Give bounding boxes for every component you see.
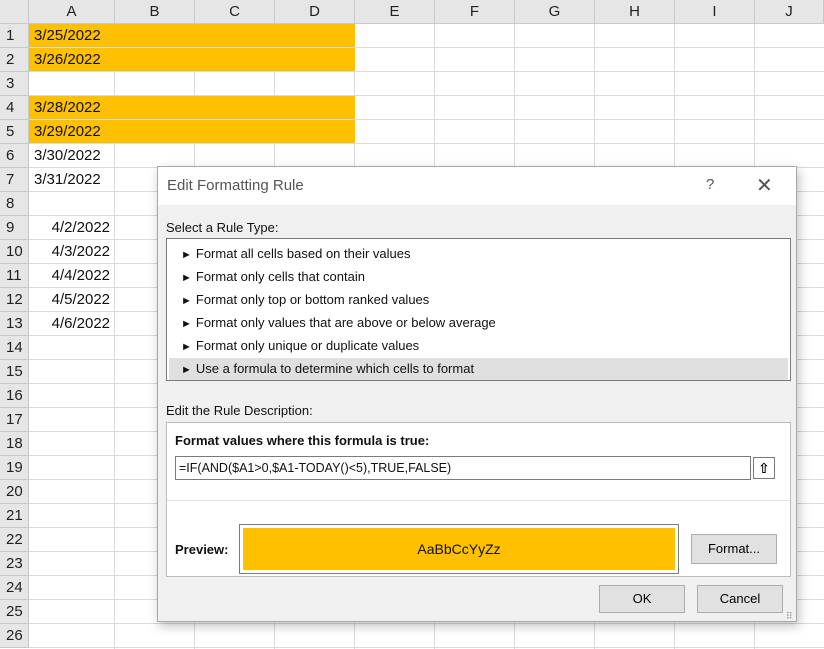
cell-a10[interactable]: 4/3/2022 [30, 240, 114, 264]
cell-a11[interactable]: 4/4/2022 [30, 264, 114, 288]
arrow-icon: ► [181, 341, 192, 353]
cell-a7[interactable]: 3/31/2022 [30, 168, 114, 192]
rule-type-item[interactable]: ► Format only top or bottom ranked values [169, 289, 788, 311]
cell-a13[interactable]: 4/6/2022 [30, 312, 114, 336]
row-header-20[interactable]: 20 [0, 480, 29, 504]
row-header-1[interactable]: 1 [0, 24, 29, 48]
rule-type-label: Use a formula to determine which cells t… [195, 361, 475, 376]
close-icon[interactable]: ✕ [756, 173, 773, 198]
rule-description-panel: Format values where this formula is true… [166, 422, 791, 577]
row-header-7[interactable]: 7 [0, 168, 29, 192]
row-header-4[interactable]: 4 [0, 96, 29, 120]
rule-type-item[interactable]: ► Format only values that are above or be… [169, 312, 788, 334]
ok-button[interactable]: OK [599, 585, 685, 613]
row-header-13[interactable]: 13 [0, 312, 29, 336]
arrow-icon: ► [181, 249, 192, 261]
cell-a6[interactable]: 3/30/2022 [30, 144, 114, 168]
row-header-25[interactable]: 25 [0, 600, 29, 624]
row-header-21[interactable]: 21 [0, 504, 29, 528]
cancel-button[interactable]: Cancel [697, 585, 783, 613]
preview-text: AaBbCcYyZz [243, 528, 675, 570]
rule-type-label: Format all cells based on their values [195, 246, 411, 261]
formula-input[interactable]: =IF(AND($A1>0,$A1-TODAY()<5),TRUE,FALSE) [175, 456, 751, 480]
select-rule-type-label: Select a Rule Type: [166, 220, 279, 235]
row-header-3[interactable]: 3 [0, 72, 29, 96]
row-header-6[interactable]: 6 [0, 144, 29, 168]
row-header-23[interactable]: 23 [0, 552, 29, 576]
rule-type-list[interactable]: ► Format all cells based on their values … [166, 238, 791, 381]
resize-grip-icon[interactable]: ⠿ [786, 611, 793, 622]
row-header-16[interactable]: 16 [0, 384, 29, 408]
gridline [29, 647, 824, 648]
arrow-icon: ► [181, 318, 192, 330]
cell-a9[interactable]: 4/2/2022 [30, 216, 114, 240]
row-header-5[interactable]: 5 [0, 120, 29, 144]
rule-type-label: Format only top or bottom ranked values [195, 292, 430, 307]
column-header-b[interactable]: B [115, 0, 195, 24]
cell-a4[interactable]: 3/28/2022 [30, 96, 114, 120]
dialog-title: Edit Formatting Rule [167, 177, 304, 194]
row-header-11[interactable]: 11 [0, 264, 29, 288]
rule-type-item-selected[interactable]: ► Use a formula to determine which cells … [169, 358, 788, 380]
format-button[interactable]: Format... [691, 534, 777, 564]
row-header-12[interactable]: 12 [0, 288, 29, 312]
row-header-17[interactable]: 17 [0, 408, 29, 432]
rule-type-label: Format only unique or duplicate values [195, 338, 420, 353]
row-header-24[interactable]: 24 [0, 576, 29, 600]
arrow-icon: ► [181, 272, 192, 284]
rule-type-item[interactable]: ► Format only unique or duplicate values [169, 335, 788, 357]
arrow-icon: ► [181, 364, 192, 376]
cell-a1[interactable]: 3/25/2022 [30, 24, 114, 48]
row-header-10[interactable]: 10 [0, 240, 29, 264]
column-header-e[interactable]: E [355, 0, 435, 24]
collapse-dialog-icon[interactable]: ⇧ [753, 457, 775, 479]
rule-type-item[interactable]: ► Format only cells that contain [169, 266, 788, 288]
gridline [29, 623, 824, 624]
column-header-f[interactable]: F [435, 0, 515, 24]
row-header-18[interactable]: 18 [0, 432, 29, 456]
gridline [29, 71, 824, 72]
cell-a2[interactable]: 3/26/2022 [30, 48, 114, 72]
gridline [29, 47, 824, 48]
row-header-19[interactable]: 19 [0, 456, 29, 480]
edit-rule-description-label: Edit the Rule Description: [166, 403, 313, 418]
help-icon[interactable]: ? [706, 176, 714, 193]
column-header-h[interactable]: H [595, 0, 675, 24]
row-header-22[interactable]: 22 [0, 528, 29, 552]
preview-label: Preview: [175, 542, 229, 557]
column-header-i[interactable]: I [675, 0, 755, 24]
column-header-g[interactable]: G [515, 0, 595, 24]
edit-formatting-rule-dialog: Edit Formatting Rule ? ✕ Select a Rule T… [157, 166, 797, 622]
row-header-9[interactable]: 9 [0, 216, 29, 240]
preview-box: AaBbCcYyZz [239, 524, 679, 574]
column-header-d[interactable]: D [275, 0, 355, 24]
rule-type-label: Format only cells that contain [195, 269, 365, 284]
select-all-corner[interactable] [0, 0, 29, 24]
column-header-j[interactable]: J [755, 0, 824, 24]
column-header-a[interactable]: A [29, 0, 115, 24]
gridline [29, 143, 824, 144]
formula-label: Format values where this formula is true… [175, 433, 430, 448]
divider [167, 500, 790, 501]
dialog-titlebar[interactable]: Edit Formatting Rule ? ✕ [158, 167, 796, 205]
gridline [29, 95, 824, 96]
rule-type-label: Format only values that are above or bel… [195, 315, 496, 330]
row-header-8[interactable]: 8 [0, 192, 29, 216]
row-header-26[interactable]: 26 [0, 624, 29, 648]
arrow-icon: ► [181, 295, 192, 307]
gridline [29, 119, 824, 120]
row-header-14[interactable]: 14 [0, 336, 29, 360]
cell-a5[interactable]: 3/29/2022 [30, 120, 114, 144]
row-header-15[interactable]: 15 [0, 360, 29, 384]
row-header-2[interactable]: 2 [0, 48, 29, 72]
column-header-c[interactable]: C [195, 0, 275, 24]
cell-a12[interactable]: 4/5/2022 [30, 288, 114, 312]
rule-type-item[interactable]: ► Format all cells based on their values [169, 243, 788, 265]
